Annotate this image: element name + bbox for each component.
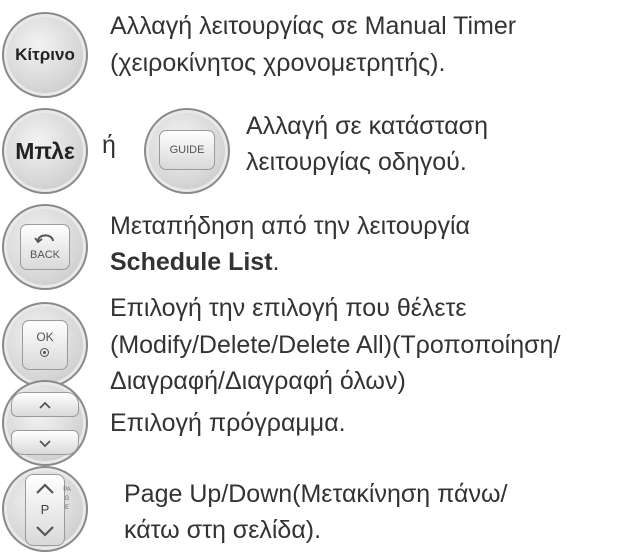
or-text: ή: [102, 131, 116, 159]
ok-button-face: OK: [22, 320, 68, 370]
ok-desc-line3: Διαγραφή/Διαγραφή όλων): [110, 367, 406, 395]
back-label: BACK: [30, 249, 60, 261]
page-desc-line1: Page Up/Down(Μετακίνηση πάνω/: [124, 480, 508, 508]
guide-label: GUIDE: [169, 144, 205, 156]
page-button-face: P: [25, 474, 65, 546]
page-side-label: PAGE: [63, 487, 71, 511]
blue-desc-line2: λειτουργίας οδηγού.: [246, 148, 467, 176]
blue-desc-line1: Αλλαγή σε κατάσταση: [246, 112, 488, 140]
back-button-face: BACK: [20, 224, 70, 270]
ok-label: OK: [36, 330, 54, 344]
yellow-button-label: Κίτρινο: [15, 45, 75, 64]
page-p-label: P: [40, 502, 50, 517]
down-key[interactable]: [11, 430, 79, 455]
ok-dot-icon: [40, 348, 49, 357]
caret-up-icon: [39, 401, 51, 409]
page-desc-line2: κάτω στη σελίδα).: [124, 516, 322, 544]
chevron-down-icon: [36, 526, 54, 537]
back-desc-line1: Μεταπήδηση από την λειτουργία: [110, 212, 470, 240]
back-arrow-icon: [34, 234, 54, 244]
ok-desc-line1: Επιλογή την επιλογή που θέλετε: [110, 294, 467, 322]
schedule-list-text: Schedule List: [110, 248, 273, 276]
caret-down-icon: [39, 440, 51, 448]
up-key[interactable]: [11, 392, 79, 417]
updown-desc: Επιλογή πρόγραμμα.: [110, 409, 346, 437]
yellow-desc-line1: Αλλαγή λειτουργίας σε Manual Timer: [110, 12, 517, 40]
guide-button-face: GUIDE: [159, 130, 215, 170]
blue-button-label: Μπλε: [15, 137, 75, 164]
yellow-desc-line2: (χειροκίνητος χρονομετρητής).: [110, 49, 446, 77]
ok-desc-line2: (Modify/Delete/Delete All)(Τροποποίηση/: [110, 331, 561, 359]
back-desc-line2: Schedule List.: [110, 248, 280, 276]
chevron-up-icon: [36, 483, 54, 494]
